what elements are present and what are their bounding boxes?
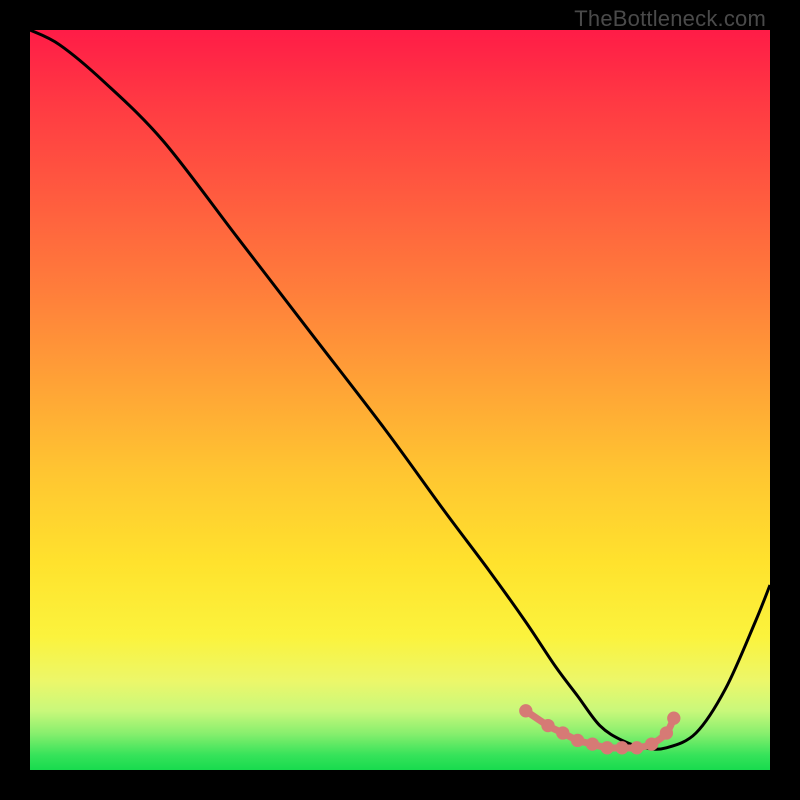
- optimal-point: [645, 737, 658, 750]
- plot-area: [30, 30, 770, 770]
- optimal-point: [601, 741, 614, 754]
- bottleneck-curve: [30, 30, 770, 749]
- optimal-point: [667, 712, 680, 725]
- watermark-text: TheBottleneck.com: [574, 6, 766, 32]
- optimal-point: [571, 734, 584, 747]
- optimal-point: [541, 719, 554, 732]
- chart-frame: TheBottleneck.com: [0, 0, 800, 800]
- optimal-point: [615, 741, 628, 754]
- optimal-point: [660, 726, 673, 739]
- optimal-point: [556, 726, 569, 739]
- optimal-point: [519, 704, 532, 717]
- curve-layer: [30, 30, 770, 770]
- optimal-point: [586, 737, 599, 750]
- optimal-point: [630, 741, 643, 754]
